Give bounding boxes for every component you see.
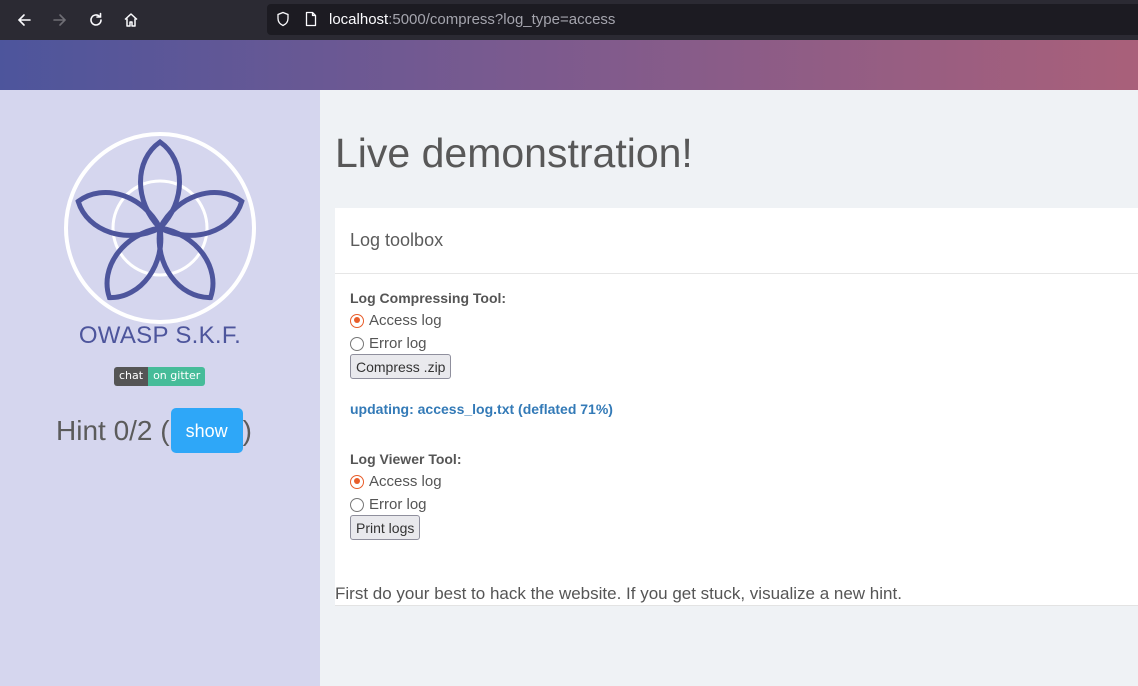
radio-access-compress[interactable] bbox=[350, 313, 364, 328]
hint-suffix: ) bbox=[242, 414, 252, 446]
gitter-badge[interactable]: chat on gitter bbox=[114, 367, 206, 386]
radio-access-viewer[interactable] bbox=[350, 474, 364, 489]
compress-option-error[interactable]: Error log bbox=[350, 335, 427, 352]
home-icon[interactable] bbox=[118, 7, 144, 33]
owasp-skf-logo bbox=[64, 132, 256, 324]
back-icon[interactable] bbox=[11, 7, 37, 33]
gitter-badge-right: on gitter bbox=[148, 367, 206, 386]
url-text[interactable]: localhost:5000/compress?log_type=access bbox=[329, 11, 615, 28]
browser-toolbar: localhost:5000/compress?log_type=access bbox=[0, 0, 1138, 40]
viewer-tool-label: Log Viewer Tool: bbox=[350, 451, 462, 467]
hint-instructions: First do your best to hack the website. … bbox=[335, 584, 902, 603]
url-host: localhost bbox=[329, 11, 389, 28]
gitter-badge-left: chat bbox=[114, 367, 149, 386]
log-toolbox-card: Log toolbox Log Compressing Tool: Access… bbox=[335, 208, 1138, 606]
compress-zip-button[interactable]: Compress .zip bbox=[350, 354, 452, 379]
radio-error-compress[interactable] bbox=[350, 336, 364, 351]
header-gradient-bar bbox=[0, 40, 1138, 90]
sidebar: OWASP S.K.F. chat on gitter Hint 0/2 ( s… bbox=[0, 90, 320, 686]
compress-option-access[interactable]: Access log bbox=[350, 312, 442, 329]
hint-prefix: Hint 0/2 ( bbox=[56, 414, 170, 446]
radio-error-viewer[interactable] bbox=[350, 497, 364, 512]
address-bar[interactable]: localhost:5000/compress?log_type=access bbox=[267, 4, 1138, 35]
radio-label: Access log bbox=[369, 473, 442, 490]
brand-name: OWASP S.K.F. bbox=[78, 322, 242, 349]
show-hint-button[interactable]: show bbox=[170, 408, 243, 453]
forward-icon[interactable] bbox=[47, 7, 73, 33]
viewer-option-error[interactable]: Error log bbox=[350, 496, 427, 513]
radio-label: Access log bbox=[369, 312, 442, 329]
print-logs-button[interactable]: Print logs bbox=[350, 515, 421, 540]
compress-tool-label: Log Compressing Tool: bbox=[350, 290, 507, 306]
radio-label: Error log bbox=[369, 496, 427, 513]
hint-counter: Hint 0/2 ( show ) bbox=[56, 408, 252, 453]
card-title: Log toolbox bbox=[335, 208, 1138, 274]
url-path: :5000/compress?log_type=access bbox=[388, 11, 616, 28]
page-icon bbox=[305, 11, 317, 27]
reload-icon[interactable] bbox=[83, 7, 109, 33]
page-title: Live demonstration! bbox=[335, 130, 693, 176]
compress-status-message: updating: access_log.txt (deflated 71%) bbox=[350, 401, 613, 417]
shield-icon[interactable] bbox=[275, 11, 291, 27]
radio-label: Error log bbox=[369, 335, 427, 352]
viewer-option-access[interactable]: Access log bbox=[350, 473, 442, 490]
